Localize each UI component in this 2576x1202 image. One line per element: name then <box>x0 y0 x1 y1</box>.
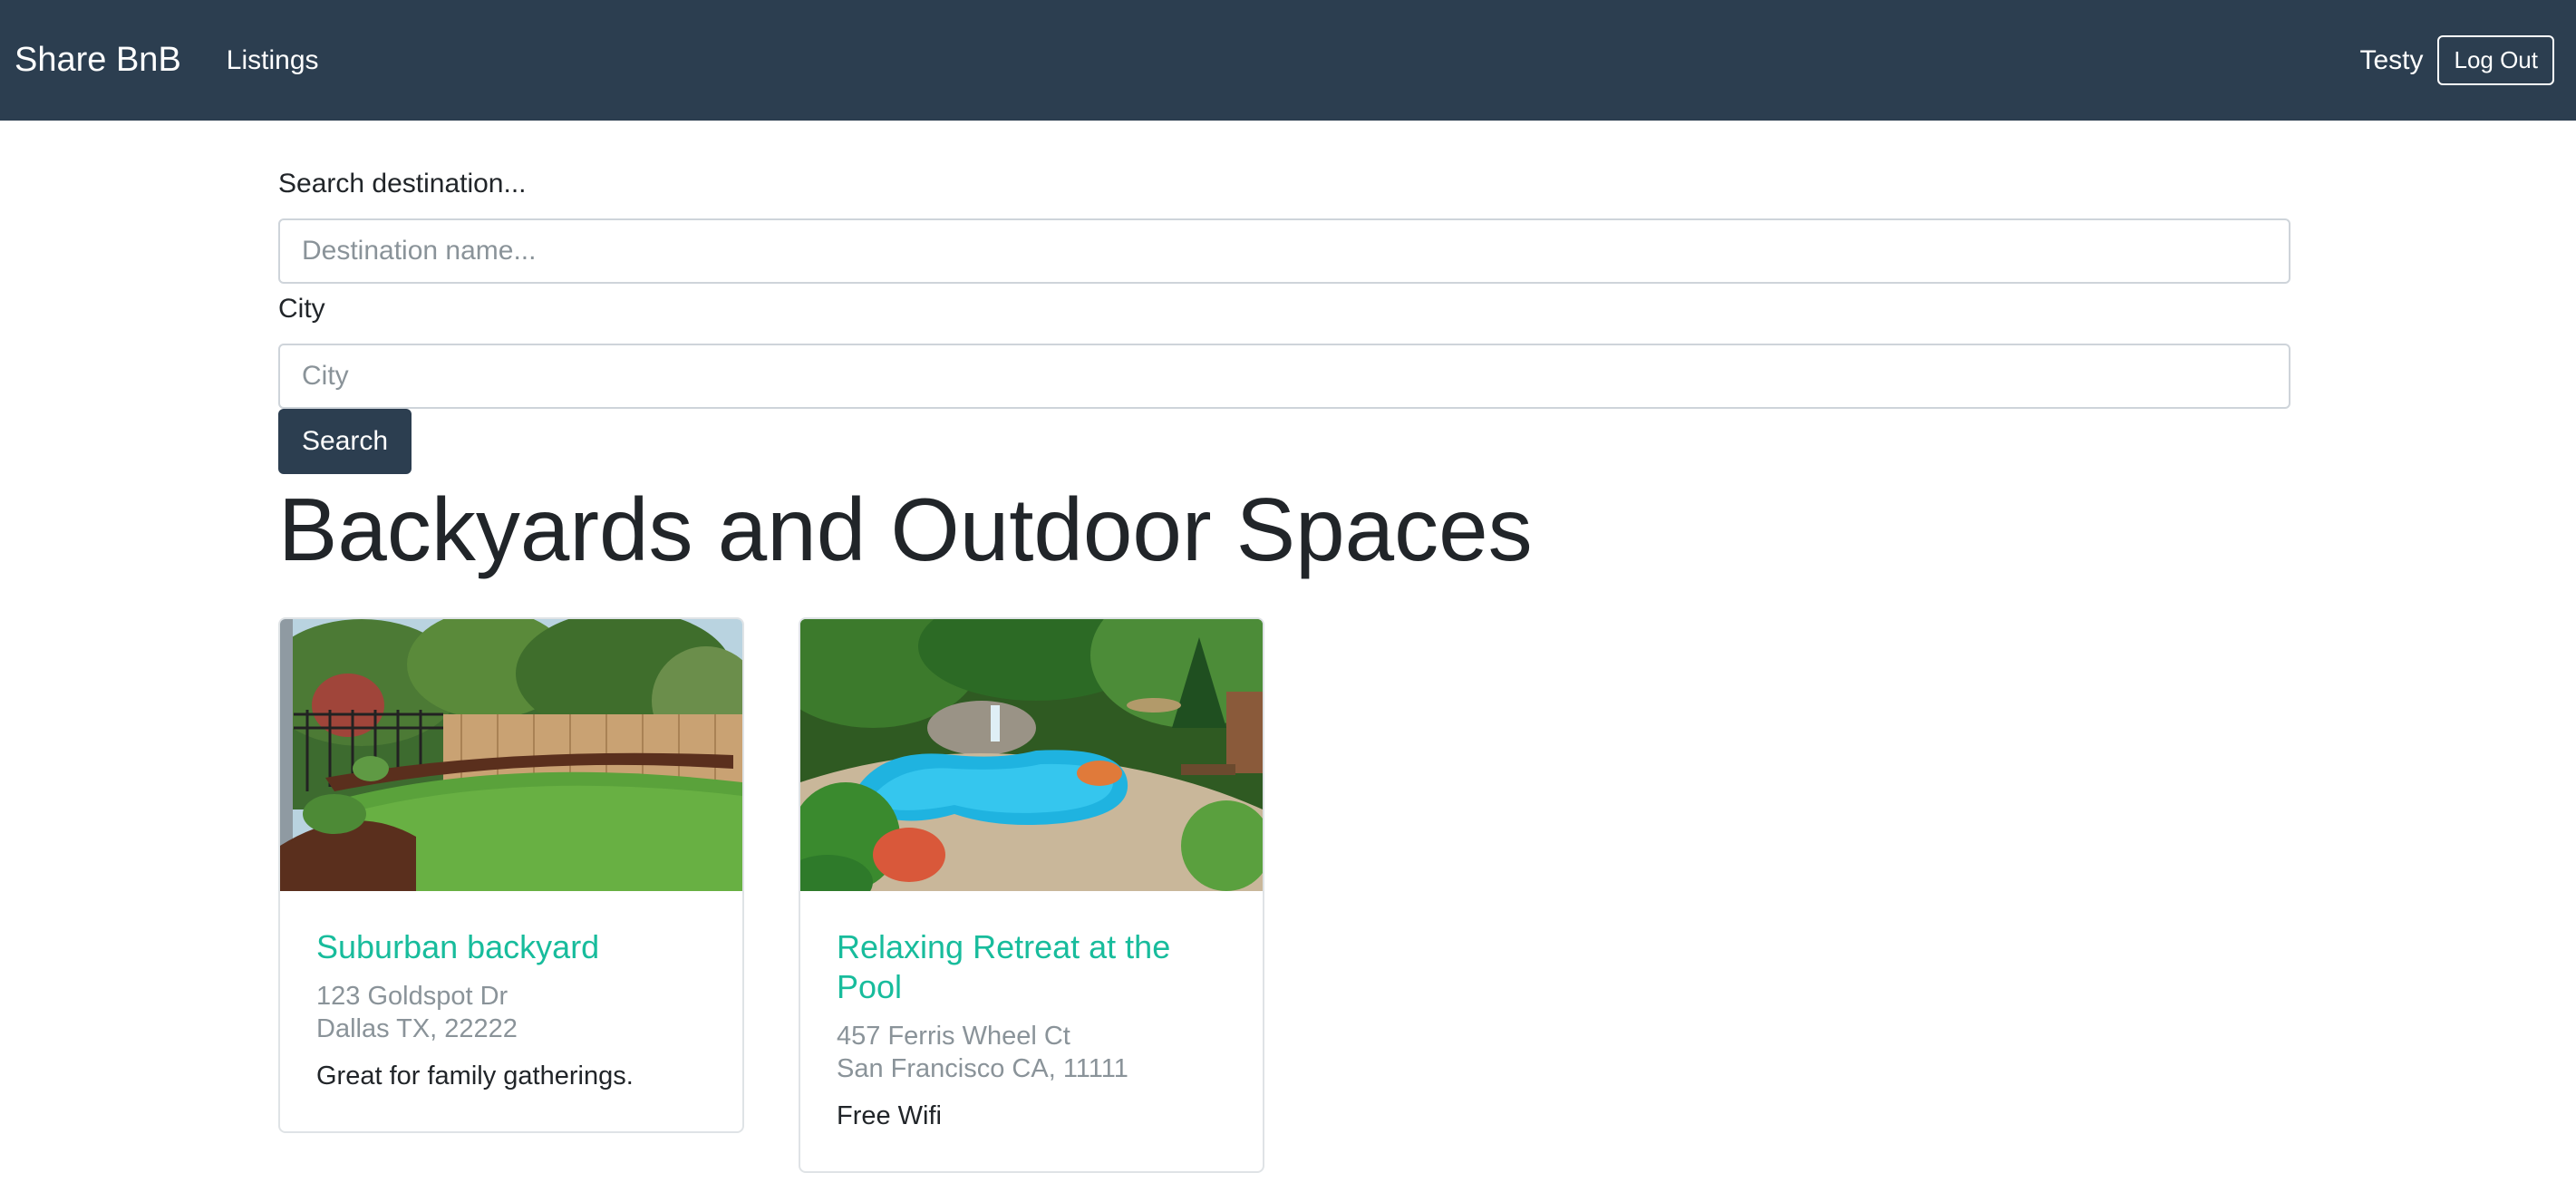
main-content: Search destination... City Search Backya… <box>278 121 2290 1173</box>
listing-card[interactable]: Suburban backyard 123 Goldspot Dr Dallas… <box>278 616 744 1133</box>
city-input[interactable] <box>278 344 2290 409</box>
card-body: Relaxing Retreat at the Pool 457 Ferris … <box>800 891 1263 1171</box>
listing-card[interactable]: Relaxing Retreat at the Pool 457 Ferris … <box>799 616 1264 1173</box>
listing-title[interactable]: Relaxing Retreat at the Pool <box>837 927 1226 1007</box>
listing-description: Free Wifi <box>837 1100 942 1130</box>
brand-link[interactable]: Share BnB <box>15 41 181 80</box>
destination-label: Search destination... <box>278 169 527 199</box>
card-body: Suburban backyard 123 Goldspot Dr Dallas… <box>280 891 742 1131</box>
city-label: City <box>278 294 325 324</box>
listing-address-line2: Dallas TX, 22222 <box>316 1013 518 1043</box>
nav-user-area: Testy Log Out <box>2359 35 2554 85</box>
listing-image-backyard <box>280 618 742 891</box>
listing-address-line1: 123 Goldspot Dr <box>316 981 508 1011</box>
username: Testy <box>2359 44 2424 75</box>
listing-title[interactable]: Suburban backyard <box>316 927 706 967</box>
logout-button[interactable]: Log Out <box>2437 35 2554 85</box>
listing-address-line2: San Francisco CA, 11111 <box>837 1053 1128 1083</box>
listing-address-line1: 457 Ferris Wheel Ct <box>837 1021 1070 1051</box>
nav-link-listings[interactable]: Listings <box>227 45 319 76</box>
section-title: Backyards and Outdoor Spaces <box>278 480 1533 579</box>
search-button[interactable]: Search <box>278 409 412 474</box>
listing-image-pool <box>800 618 1263 891</box>
navbar: Share BnB Listings Testy Log Out <box>0 0 2576 121</box>
listing-cards: Suburban backyard 123 Goldspot Dr Dallas… <box>278 616 2290 1173</box>
destination-input[interactable] <box>278 218 2290 284</box>
search-form: Search destination... City Search <box>278 166 2290 474</box>
listing-description: Great for family gatherings. <box>316 1061 634 1091</box>
